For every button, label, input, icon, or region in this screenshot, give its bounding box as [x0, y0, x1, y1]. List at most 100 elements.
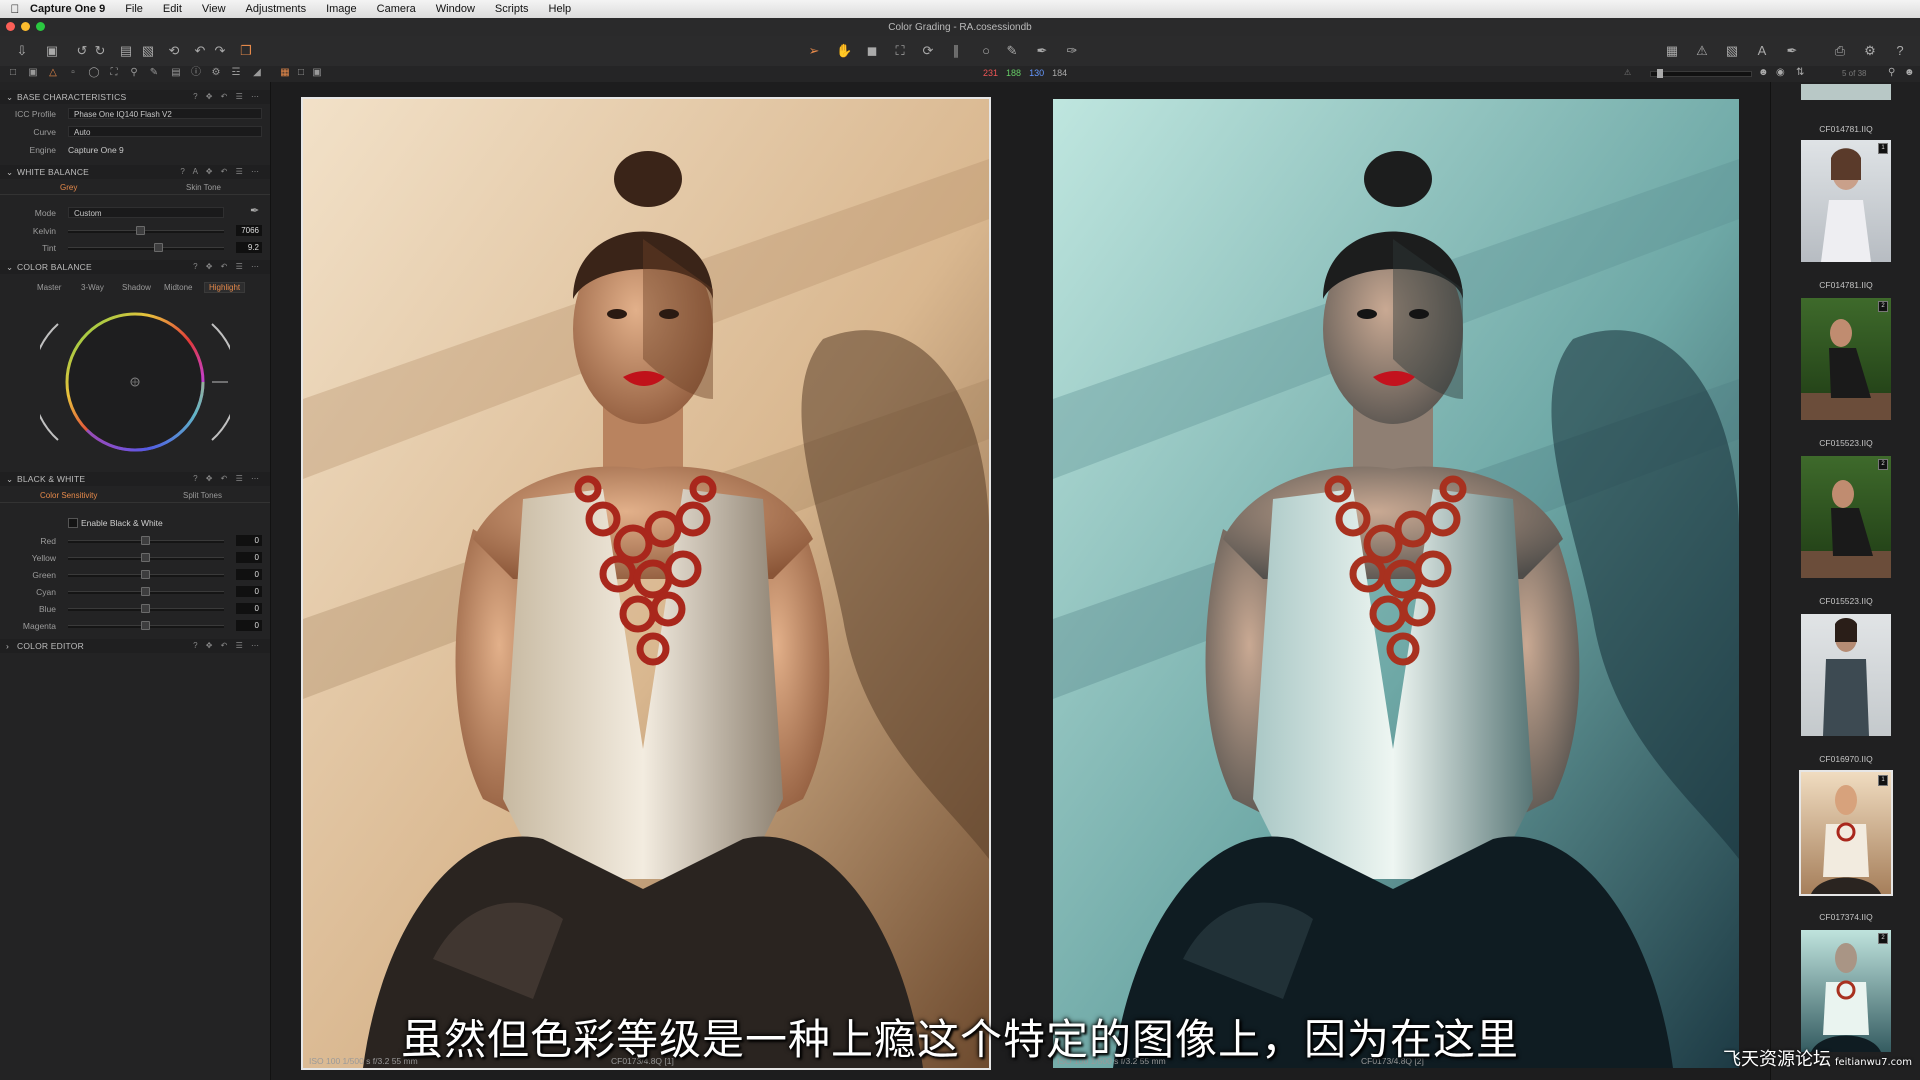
menu-help[interactable]: Help: [549, 3, 572, 15]
section-controls[interactable]: ? ✥ ↶ ☰ ⋯: [193, 90, 262, 104]
single-view-icon[interactable]: □: [295, 67, 307, 79]
brush-tool-icon[interactable]: ✒: [1034, 43, 1050, 59]
blue-value[interactable]: 0: [236, 603, 262, 614]
exposure-warning-icon[interactable]: ⚠: [1624, 68, 1631, 77]
reset-icon[interactable]: ⟲: [166, 43, 182, 59]
rotate-right-icon[interactable]: ↻: [92, 43, 108, 59]
exposure-tab-icon[interactable]: ▫: [67, 67, 79, 79]
tab-highlight[interactable]: Highlight: [204, 282, 246, 293]
section-controls[interactable]: ? ✥ ↶ ☰ ⋯: [193, 260, 262, 274]
icc-profile-dropdown[interactable]: Phase One IQ140 Flash V2: [68, 108, 262, 119]
tab-3-way[interactable]: 3-Way: [81, 283, 104, 292]
metadata-tab-icon[interactable]: ⓘ: [190, 67, 202, 79]
menu-window[interactable]: Window: [436, 3, 475, 15]
thumb-partial[interactable]: [1801, 84, 1891, 100]
grid-view-icon[interactable]: ▦: [1664, 43, 1680, 59]
menu-app[interactable]: Capture One 9: [30, 3, 105, 15]
camera-icon[interactable]: ▣: [44, 43, 60, 59]
trash-icon[interactable]: ▧: [140, 43, 156, 59]
tab-color-sensitivity[interactable]: Color Sensitivity: [40, 491, 97, 500]
local-adjustments-tab-icon[interactable]: ✎: [148, 67, 160, 79]
thumbnail-image[interactable]: [1801, 614, 1891, 736]
enable-bw-checkbox[interactable]: [68, 518, 78, 528]
tab-grey[interactable]: Grey: [60, 183, 77, 192]
undo-icon[interactable]: ↶: [192, 43, 208, 59]
thumbnail-item[interactable]: 2 CF015523.IIQ: [1801, 298, 1891, 448]
settings-gear-icon[interactable]: ⚙: [1862, 43, 1878, 59]
wb-mode-dropdown[interactable]: Custom: [68, 207, 224, 218]
blue-slider-thumb[interactable]: [141, 604, 150, 613]
thumbnail-image[interactable]: 1: [1799, 770, 1893, 896]
cursor-tool-icon[interactable]: ➢: [806, 43, 822, 59]
yellow-slider-thumb[interactable]: [141, 553, 150, 562]
picker-tool-icon[interactable]: ✎: [1004, 43, 1020, 59]
warning-icon[interactable]: ⚠: [1694, 43, 1710, 59]
photo-original[interactable]: [301, 97, 991, 1070]
kelvin-value[interactable]: 7066: [236, 225, 262, 236]
thumbnail-image[interactable]: 2: [1801, 298, 1891, 420]
pen-icon[interactable]: ✒: [1784, 43, 1800, 59]
quick-tab-icon[interactable]: ◢: [251, 67, 263, 79]
search-icon[interactable]: ⚲: [1888, 67, 1895, 78]
kelvin-slider[interactable]: [68, 230, 224, 233]
text-icon[interactable]: A: [1754, 43, 1770, 59]
tab-master[interactable]: Master: [37, 283, 61, 292]
folder-icon[interactable]: ▤: [118, 43, 134, 59]
white-balance-header[interactable]: ⌄ WHITE BALANCE ? A ✥ ↶ ☰ ⋯: [0, 165, 270, 179]
cyan-value[interactable]: 0: [236, 586, 262, 597]
menu-edit[interactable]: Edit: [163, 3, 182, 15]
zoom-slider[interactable]: [1650, 69, 1752, 78]
green-value[interactable]: 0: [236, 569, 262, 580]
color-tab-icon[interactable]: △: [47, 67, 59, 79]
redo-icon[interactable]: ↷: [212, 43, 228, 59]
multi-view-icon[interactable]: ▦: [279, 67, 291, 79]
loupe-tool-icon[interactable]: ◼: [864, 43, 880, 59]
print-icon[interactable]: ⎙: [1832, 43, 1848, 59]
tint-value[interactable]: 9.2: [236, 242, 262, 253]
thumbnail-item-selected[interactable]: 1 CF017374.IIQ: [1799, 770, 1893, 922]
rotate-tool-icon[interactable]: ⟳: [920, 43, 936, 59]
curve-dropdown[interactable]: Auto: [68, 126, 262, 137]
menu-view[interactable]: View: [202, 3, 226, 15]
yellow-value[interactable]: 0: [236, 552, 262, 563]
cyan-slider-thumb[interactable]: [141, 587, 150, 596]
eye-icon[interactable]: ◉: [1776, 67, 1785, 78]
user-icon[interactable]: ☻: [1758, 67, 1769, 78]
section-controls[interactable]: ? ✥ ↶ ☰ ⋯: [193, 639, 262, 653]
people-icon[interactable]: ☻: [1904, 67, 1915, 78]
thumbnail-image[interactable]: 1: [1801, 140, 1891, 262]
output-tab-icon[interactable]: ⚙: [210, 67, 222, 79]
color-wheel[interactable]: [40, 304, 230, 464]
help-icon[interactable]: ?: [1892, 43, 1908, 59]
thumbnail-item[interactable]: 2 CF015523.IIQ: [1801, 456, 1891, 606]
crop-tool-icon[interactable]: ⛶: [892, 43, 908, 59]
tint-slider-thumb[interactable]: [154, 243, 163, 252]
import-icon[interactable]: ⇩: [14, 43, 30, 59]
section-controls[interactable]: ? A ✥ ↶ ☰ ⋯: [180, 165, 262, 179]
composition-tab-icon[interactable]: ⛶: [108, 67, 120, 79]
menu-scripts[interactable]: Scripts: [495, 3, 529, 15]
pan-tool-icon[interactable]: ✋: [836, 43, 852, 59]
red-slider-thumb[interactable]: [141, 536, 150, 545]
magenta-value[interactable]: 0: [236, 620, 262, 631]
adjustments-tab-icon[interactable]: ▤: [170, 67, 182, 79]
tab-split-tones[interactable]: Split Tones: [183, 491, 222, 500]
section-controls[interactable]: ? ✥ ↶ ☰ ⋯: [193, 472, 262, 486]
tab-skin-tone[interactable]: Skin Tone: [186, 183, 221, 192]
menu-image[interactable]: Image: [326, 3, 357, 15]
spot-tool-icon[interactable]: ○: [978, 43, 994, 59]
kelvin-slider-thumb[interactable]: [136, 226, 145, 235]
tab-midtone[interactable]: Midtone: [164, 283, 192, 292]
color-balance-header[interactable]: ⌄ COLOR BALANCE ? ✥ ↶ ☰ ⋯: [0, 260, 270, 274]
library-tab-icon[interactable]: □: [7, 67, 19, 79]
copy-adjustments-icon[interactable]: ❐: [238, 43, 254, 59]
lens-tab-icon[interactable]: ◯: [88, 67, 100, 79]
thumbnail-item[interactable]: 1 CF014781.IIQ: [1801, 140, 1891, 290]
proof-view-icon[interactable]: ▣: [311, 67, 323, 79]
black-white-header[interactable]: ⌄ BLACK & WHITE ? ✥ ↶ ☰ ⋯: [0, 472, 270, 486]
keystone-tool-icon[interactable]: ∥: [948, 43, 964, 59]
tint-slider[interactable]: [68, 247, 224, 250]
sort-icon[interactable]: ⇅: [1796, 67, 1804, 78]
tab-shadow[interactable]: Shadow: [122, 283, 151, 292]
menu-adjustments[interactable]: Adjustments: [246, 3, 307, 15]
